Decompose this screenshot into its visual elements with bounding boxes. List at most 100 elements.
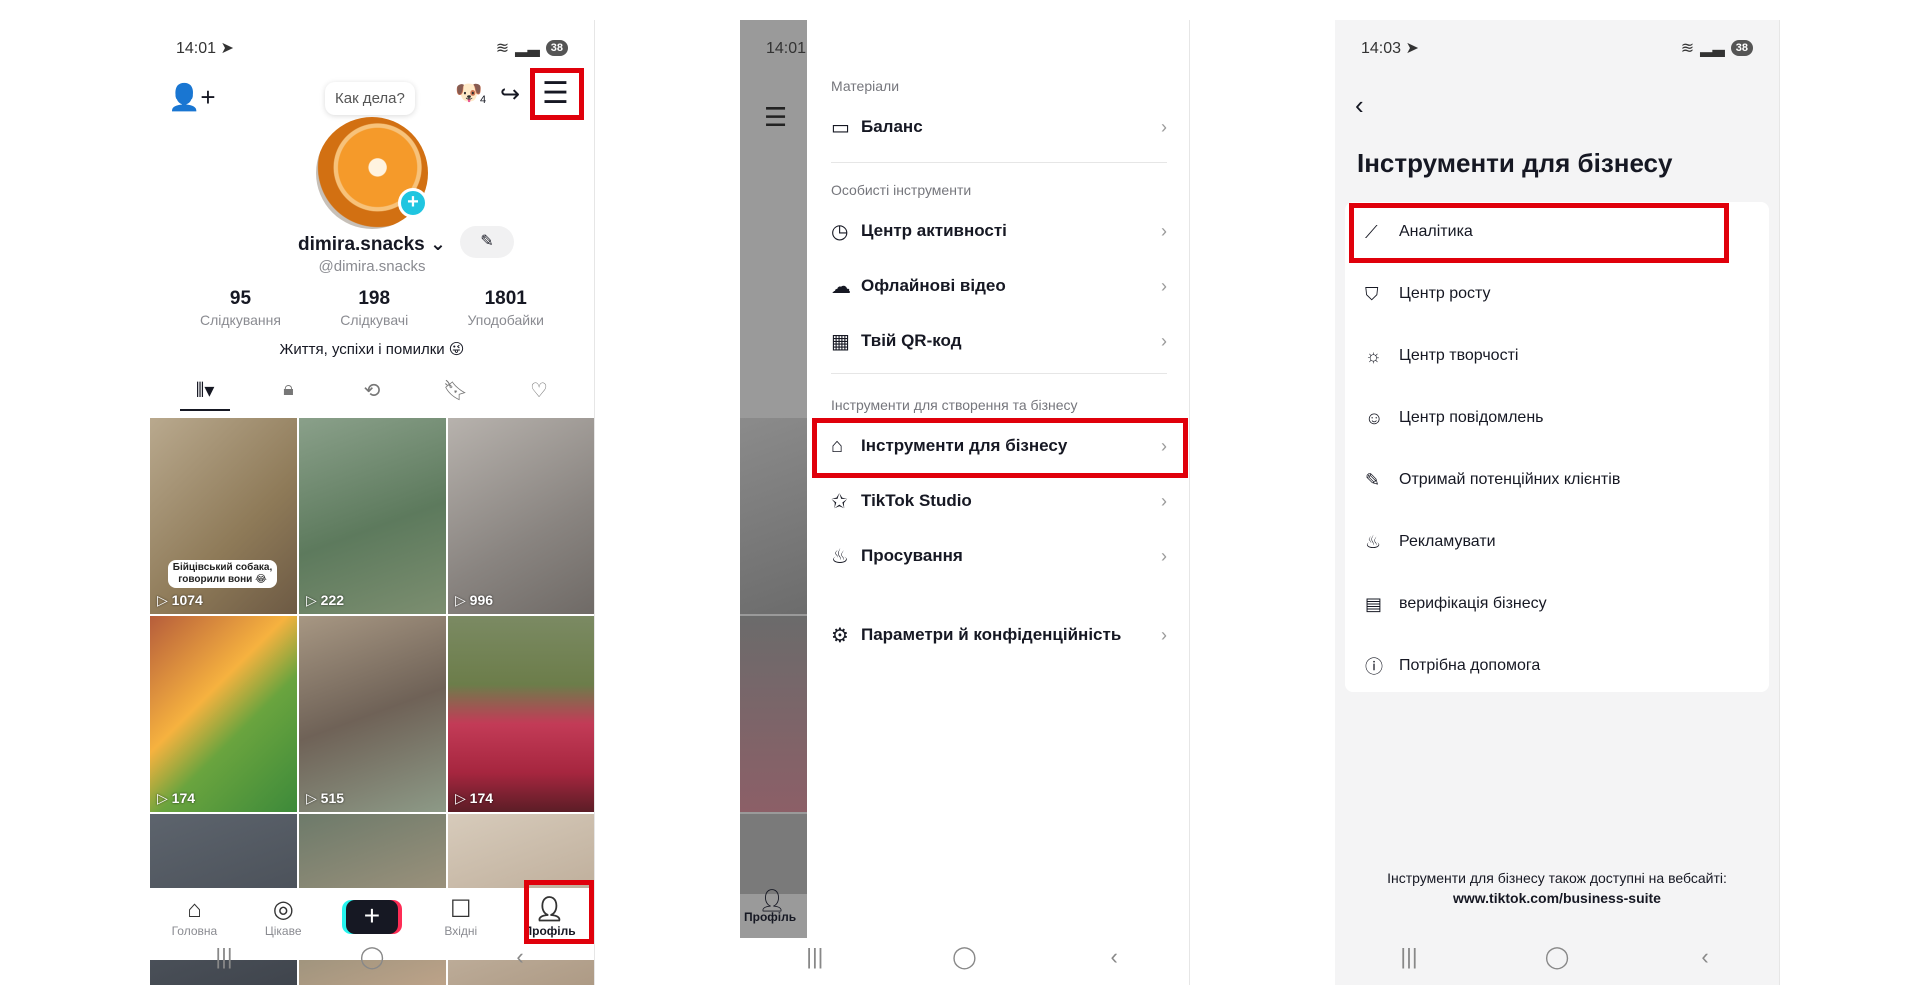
wifi-icon: ≋ [495,40,510,57]
video-thumbnail[interactable]: ▷ 222 [299,418,446,614]
lock-icon[interactable]: 🔒︎ [264,378,314,411]
back-icon[interactable]: ‹ [1685,944,1725,970]
flame-icon: ♨ [1365,531,1382,552]
nav-discover[interactable]: ◎ Цікаве [243,896,323,938]
tool-item-messages[interactable]: ☺ Центр повідомлень [1365,398,1753,438]
back-arrow-icon[interactable]: ‹ [1355,90,1364,121]
menu-item-balance[interactable]: ▭ Баланс › [831,107,1167,147]
chevron-right-icon: › [1161,435,1167,456]
battery-indicator: 38 [545,40,568,56]
add-story-icon[interactable]: + [398,188,428,218]
home-circle-icon[interactable]: ◯ [944,944,984,970]
tool-item-advertise[interactable]: ♨ Рекламувати [1365,522,1753,562]
system-nav: ||| ◯ ‹ [150,939,594,975]
status-time: 14:03 [1361,40,1402,57]
chevron-right-icon: › [1161,545,1167,566]
home-icon: ⌂ [187,896,202,923]
wifi-icon: ≋ [1680,40,1695,57]
edit-profile-button[interactable]: ✎ [460,226,514,258]
home-circle-icon[interactable]: ◯ [1537,944,1577,970]
menu-item-promote[interactable]: ♨ Просування › [831,536,1167,576]
nav-profile[interactable]: 👤︎ Профіль [510,896,590,938]
video-thumbnail[interactable]: Бійцівський собака, говорили вони 😂 ▷ 107… [150,418,297,614]
stat-likes[interactable]: 1801 Уподобайки [467,288,544,328]
nav-home[interactable]: ⌂ Головна [154,896,234,938]
edit-icon: ✎ [1365,469,1381,490]
dimmed-profile[interactable]: ☰ 👤︎ Профіль [740,20,807,938]
flame-icon: ♨ [831,545,849,568]
gear-icon: ⚙ [831,624,849,647]
chevron-right-icon: › [1161,275,1167,296]
inbox-icon: ☐ [450,896,472,923]
status-bar: 14:03 ➤ ≋ ▂▃ 38 [1361,38,1753,58]
stat-followers[interactable]: 198 Слідкувачі [340,288,408,328]
back-icon[interactable]: ‹ [500,944,540,970]
location-icon: ➤ [1405,40,1419,57]
store-icon: ⌂ [831,434,844,457]
signal-icon: ▂▃ [515,40,540,57]
tool-item-leads[interactable]: ✎ Отримай потенційних клієнтів [1365,460,1753,500]
chevron-down-icon: ⌄ [430,234,446,255]
videos-grid-icon[interactable]: ⦀▾ [180,378,230,411]
menu-item-activity[interactable]: ◷ Центр активності › [831,211,1167,251]
menu-icon[interactable]: ☰ [542,76,569,111]
home-circle-icon[interactable]: ◯ [352,944,392,970]
profile-stats: 95 Слідкування 198 Слідкувачі 1801 Уподобай… [200,288,544,328]
video-thumbnail[interactable]: ▷ 515 [299,616,446,812]
tool-item-creativity[interactable]: ☼ Центр творчості [1365,336,1753,376]
video-thumbnail[interactable]: ▷ 996 [448,418,594,614]
friends-count: 4 [480,94,487,106]
username[interactable]: dimira.snacks ⌄ [298,233,446,256]
share-icon[interactable]: ↪ [500,80,520,109]
status-time: 14:01 [176,40,217,57]
pencil-icon: ✎ [480,233,494,250]
chart-line-icon: ⟋ [1365,221,1378,242]
bookmark-icon[interactable]: 🔖︎ [431,378,481,411]
video-thumbnail[interactable]: ▷ 174 [448,616,594,812]
wallet-icon: ▭ [831,116,850,139]
menu-item-settings[interactable]: ⚙ Параметри й конфіденційність › [831,610,1167,660]
user-handle: @dimira.snacks [318,258,426,275]
menu-item-qr[interactable]: ▦ Твій QR-код › [831,321,1167,361]
video-thumbnail[interactable]: ▷ 174 [150,616,297,812]
nav-inbox[interactable]: ☐ Вхідні [421,896,501,938]
add-friend-icon[interactable]: 👤+ [168,82,216,113]
tool-item-growth[interactable]: ⛉ Центр росту [1365,274,1753,314]
chat-icon: ☺ [1365,407,1384,428]
help-icon: ⓘ [1365,657,1383,677]
business-suite-link[interactable]: www.tiktok.com/business-suite [1453,890,1661,906]
profile-screen: 14:01 ➤ ≋ ▂▃ 38 👤+ Как дела? 🐶 4 ↪ ☰ + dim… [150,20,595,985]
chevron-right-icon: › [1161,220,1167,241]
tool-item-help[interactable]: ⓘ Потрібна допомога [1365,646,1753,686]
page-title: Інструменти для бізнесу [1357,148,1673,178]
system-nav: ||| ◯ ‹ [740,939,1189,975]
repost-icon[interactable]: ⟲ [347,378,397,411]
nav-create[interactable]: + [332,896,412,934]
tool-item-verification[interactable]: ▤ верифікація бізнесу [1365,584,1753,624]
stat-following[interactable]: 95 Слідкування [200,288,281,328]
menu-item-business-tools[interactable]: ⌂ Інструменти для бізнесу › [831,426,1167,466]
recent-apps-icon[interactable]: ||| [795,944,835,970]
bio: Життя, успіхи і помилки 😜 [279,341,465,358]
recent-apps-icon[interactable]: ||| [1389,944,1429,970]
heart-icon[interactable]: ♡ [514,378,564,411]
tool-item-analytics[interactable]: ⟋ Аналітика [1365,212,1753,252]
qr-code-icon: ▦ [831,330,850,353]
plus-icon: + [345,900,398,934]
section-title: Матеріали [831,78,900,94]
view-count: ▷ 515 [306,790,345,806]
video-caption: Бійцівський собака, говорили вони 😂 [168,560,277,588]
recent-apps-icon[interactable]: ||| [204,944,244,970]
menu-item-tiktok-studio[interactable]: ✩ TikTok Studio › [831,481,1167,521]
footer-note: Інструменти для бізнесу також доступні н… [1387,870,1727,906]
friends-avatar-icon[interactable]: 🐶 [455,80,482,106]
menu-icon[interactable]: ☰ [764,102,787,133]
tools-list: ⟋ Аналітика ⛉ Центр росту ☼ Центр творчості… [1345,202,1769,692]
status-bubble[interactable]: Как дела? [325,82,415,115]
status-bar: 14:01 ➤ ≋ ▂▃ 38 [176,38,568,58]
chevron-right-icon: › [1161,624,1167,645]
view-count: ▷ 1074 [157,592,203,608]
menu-item-offline[interactable]: ☁ Офлайнові відео › [831,266,1167,306]
studio-icon: ✩ [831,490,848,513]
back-icon[interactable]: ‹ [1094,944,1134,970]
